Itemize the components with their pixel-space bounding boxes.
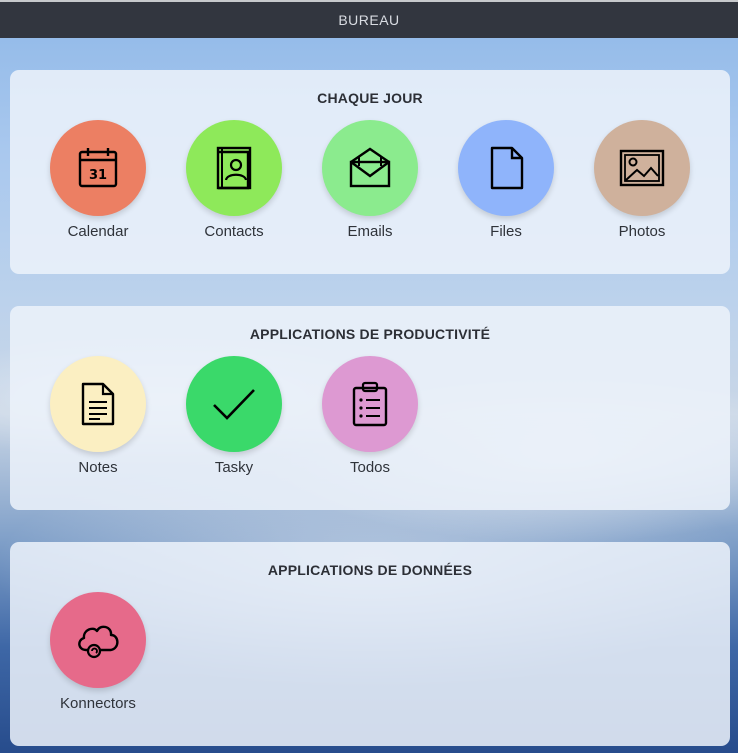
checkmark-icon xyxy=(213,389,255,420)
app-label: Todos xyxy=(349,459,391,476)
app-label: Files xyxy=(490,223,522,240)
app-konnectors-circle[interactable] xyxy=(50,592,146,688)
app-photos[interactable]: Photos xyxy=(582,120,702,240)
app-label: Konnectors xyxy=(60,695,136,712)
app-contacts[interactable]: Contacts xyxy=(174,120,294,240)
app-label: Emails xyxy=(347,223,393,240)
app-emails[interactable]: Emails xyxy=(310,120,430,240)
app-notes-circle[interactable] xyxy=(50,356,146,452)
app-konnectors[interactable]: Konnectors xyxy=(38,592,158,712)
cloud-sync-icon xyxy=(78,625,119,659)
clipboard-list-icon xyxy=(352,381,388,427)
app-todos-circle[interactable] xyxy=(322,356,418,452)
note-document-icon xyxy=(81,382,115,426)
app-emails-circle[interactable] xyxy=(322,120,418,216)
app-calendar-circle[interactable]: 31 xyxy=(50,120,146,216)
calendar-icon: 31 xyxy=(78,148,118,188)
section-productivite: APPLICATIONS DE PRODUCTIVITÉ Notes Tasky xyxy=(10,306,730,510)
app-files-circle[interactable] xyxy=(458,120,554,216)
app-label: Calendar xyxy=(67,223,129,240)
file-icon xyxy=(490,146,524,190)
app-contacts-circle[interactable] xyxy=(186,120,282,216)
section-title: APPLICATIONS DE DONNÉES xyxy=(267,562,473,578)
section-chaque-jour: CHAQUE JOUR 31 Calendar Contacts Emails … xyxy=(10,70,730,274)
app-label: Tasky xyxy=(214,459,254,476)
app-files[interactable]: Files xyxy=(446,120,566,240)
section-title: CHAQUE JOUR xyxy=(317,90,423,106)
contacts-book-icon xyxy=(216,146,252,190)
app-label: Contacts xyxy=(204,223,264,240)
app-label: Notes xyxy=(78,459,118,476)
app-notes[interactable]: Notes xyxy=(38,356,158,476)
top-bar: BUREAU xyxy=(0,0,738,38)
section-title: APPLICATIONS DE PRODUCTIVITÉ xyxy=(249,326,491,342)
app-calendar[interactable]: 31 Calendar xyxy=(38,120,158,240)
image-icon xyxy=(619,149,665,187)
envelope-icon xyxy=(349,147,391,188)
app-tasky-circle[interactable] xyxy=(186,356,282,452)
app-photos-circle[interactable] xyxy=(594,120,690,216)
calendar-day-number: 31 xyxy=(89,168,107,183)
section-donnees: APPLICATIONS DE DONNÉES Konnectors xyxy=(10,542,730,746)
app-label: Photos xyxy=(618,223,666,240)
app-todos[interactable]: Todos xyxy=(310,356,430,476)
top-bar-title: BUREAU xyxy=(338,12,400,28)
app-tasky[interactable]: Tasky xyxy=(174,356,294,476)
